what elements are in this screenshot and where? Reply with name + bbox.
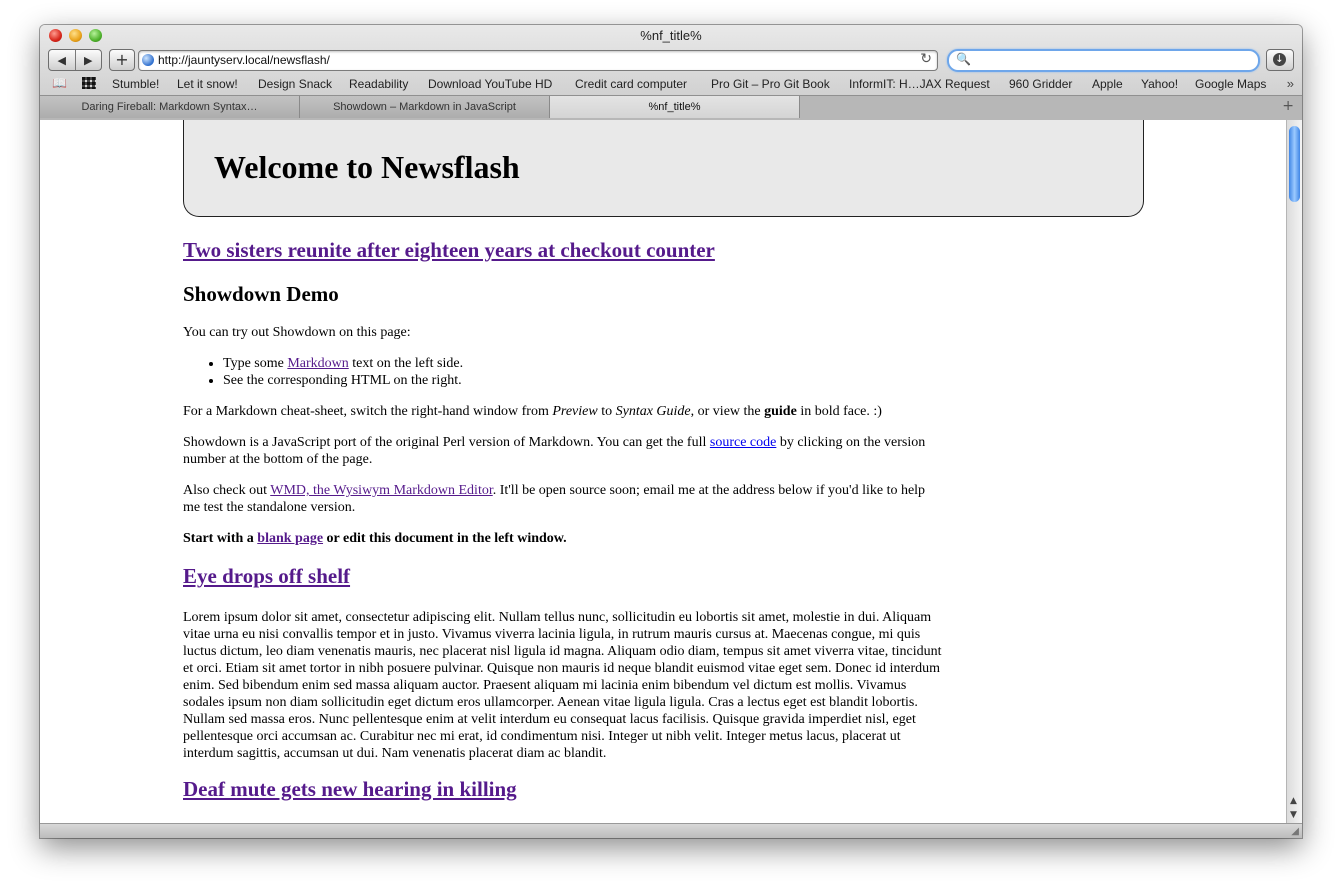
paragraph-text: Start with a	[183, 531, 258, 546]
resize-grip-icon[interactable]: ◢	[1291, 826, 1299, 837]
article-title-link[interactable]: Eye drops off shelf	[183, 564, 350, 588]
paragraph-text: to	[597, 404, 616, 419]
article: Eye drops off shelf Lorem ipsum dolor si…	[183, 564, 943, 762]
list-item: Type some Markdown text on the left side…	[223, 355, 943, 372]
status-bar: ◢	[40, 823, 1302, 838]
bookmark-item[interactable]: Readability	[349, 77, 408, 91]
bookmark-item[interactable]: Google Maps	[1195, 77, 1266, 91]
tab-label: Showdown – Markdown in JavaScript	[333, 101, 516, 113]
browser-chrome: %nf_title% ◀ ▶ + http://jauntyserv.local…	[40, 25, 1302, 120]
article-paragraph: For a Markdown cheat-sheet, switch the r…	[183, 403, 943, 420]
site-header: Welcome to Newsflash	[183, 120, 1144, 217]
bookmark-item[interactable]: Design Snack	[258, 77, 332, 91]
globe-icon	[142, 54, 154, 66]
article-title: Two sisters reunite after eighteen years…	[183, 238, 943, 263]
window-title: %nf_title%	[640, 28, 702, 43]
bookmark-item[interactable]: Let it snow!	[177, 77, 238, 91]
article-paragraph: You can try out Showdown on this page:	[183, 325, 411, 340]
bookmark-item[interactable]: 960 Gridder	[1009, 77, 1072, 91]
reload-icon[interactable]: ↻	[920, 51, 932, 67]
article-paragraph: Lorem ipsum dolor sit amet, consectetur …	[183, 610, 942, 761]
bookmark-item[interactable]: InformIT: H…JAX Request	[849, 77, 990, 91]
emphasis-text: Syntax Guide	[615, 404, 691, 419]
bookmark-item[interactable]: Credit card computer	[575, 77, 687, 91]
page-viewport: Welcome to Newsflash Two sisters reunite…	[40, 120, 1286, 824]
paragraph-text: Also check out	[183, 483, 271, 498]
source-code-link[interactable]: source code	[710, 435, 776, 450]
article-title-link[interactable]: Deaf mute gets new hearing in killing	[183, 777, 517, 801]
markdown-link[interactable]: Markdown	[287, 356, 348, 371]
article-title: Deaf mute gets new hearing in killing	[183, 777, 943, 802]
article: Two sisters reunite after eighteen years…	[183, 238, 943, 547]
vertical-scrollbar[interactable]: ▲ ▼	[1286, 120, 1302, 824]
tab-bar: Daring Fireball: Markdown Syntax… Showdo…	[40, 95, 1302, 120]
site-title: Welcome to Newsflash	[214, 149, 520, 185]
bookmarks-bar: 📖 Stumble! Let it snow! Design Snack Rea…	[40, 75, 1302, 94]
bookmark-item[interactable]: Pro Git – Pro Git Book	[711, 77, 830, 91]
add-bookmark-button[interactable]: +	[109, 49, 135, 71]
tab-daring-fireball[interactable]: Daring Fireball: Markdown Syntax…	[40, 96, 300, 118]
scroll-thumb[interactable]	[1289, 126, 1300, 202]
browser-window: %nf_title% ◀ ▶ + http://jauntyserv.local…	[40, 25, 1302, 838]
list-item-text: text on the left side.	[348, 356, 464, 371]
scroll-down-arrow-icon[interactable]: ▼	[1290, 810, 1297, 820]
list-item-text: See the corresponding HTML on the right.	[223, 373, 462, 388]
search-input[interactable]	[977, 52, 1247, 68]
article-list: Type some Markdown text on the left side…	[183, 355, 943, 389]
tab-label: Daring Fireball: Markdown Syntax…	[81, 101, 258, 113]
bookmark-item[interactable]: Download YouTube HD	[428, 77, 552, 91]
article-title-link[interactable]: Two sisters reunite after eighteen years…	[183, 238, 715, 262]
emphasis-text: Preview	[552, 404, 598, 419]
list-item-text: Type some	[223, 356, 288, 371]
article-paragraph: Also check out WMD, the Wysiwym Markdown…	[183, 482, 943, 516]
tab-newsflash[interactable]: %nf_title%	[550, 96, 800, 118]
search-icon[interactable]: 🔍	[956, 52, 971, 66]
bookmark-item[interactable]: Yahoo!	[1141, 77, 1178, 91]
more-bookmarks-chevron-icon[interactable]: »	[1287, 76, 1294, 91]
top-sites-grid-icon[interactable]	[82, 77, 96, 89]
article-subheading: Showdown Demo	[183, 282, 339, 306]
download-icon: ↓	[1273, 53, 1286, 66]
blank-page-link[interactable]: blank page	[257, 531, 323, 546]
bookmark-item[interactable]: Stumble!	[112, 77, 159, 91]
open-book-icon[interactable]: 📖	[52, 76, 67, 90]
article-paragraph: Start with a blank page or edit this doc…	[183, 530, 943, 547]
paragraph-text: in bold face. :)	[796, 404, 882, 419]
article-title: Eye drops off shelf	[183, 564, 943, 589]
paragraph-text: For a Markdown cheat-sheet, switch the r…	[183, 404, 553, 419]
article: Deaf mute gets new hearing in killing	[183, 777, 943, 802]
back-button[interactable]: ◀	[49, 50, 75, 70]
paragraph-text: , or view the	[690, 404, 765, 419]
tab-label: %nf_title%	[648, 101, 701, 113]
strong-text: guide	[764, 404, 797, 419]
tab-showdown[interactable]: Showdown – Markdown in JavaScript	[300, 96, 550, 118]
forward-button[interactable]: ▶	[74, 50, 102, 70]
back-forward-group: ◀ ▶	[48, 49, 102, 71]
paragraph-text: or edit this document in the left window…	[323, 531, 567, 546]
wmd-editor-link[interactable]: WMD, the Wysiwym Markdown Editor	[270, 483, 493, 498]
back-arrow-icon: ◀	[57, 53, 66, 67]
new-tab-plus-icon[interactable]: +	[1282, 98, 1294, 114]
bookmark-item[interactable]: Apple	[1092, 77, 1123, 91]
address-bar[interactable]: http://jauntyserv.local/newsflash/ ↻	[138, 50, 938, 71]
forward-arrow-icon: ▶	[84, 53, 93, 67]
plus-icon: +	[115, 50, 129, 69]
url-text[interactable]: http://jauntyserv.local/newsflash/	[158, 53, 330, 67]
list-item: See the corresponding HTML on the right.	[223, 372, 943, 389]
downloads-button[interactable]: ↓	[1266, 49, 1294, 71]
search-field[interactable]: 🔍	[947, 49, 1260, 72]
scroll-up-arrow-icon[interactable]: ▲	[1290, 796, 1297, 806]
article-paragraph: Showdown is a JavaScript port of the ori…	[183, 434, 943, 468]
paragraph-text: Showdown is a JavaScript port of the ori…	[183, 435, 710, 450]
